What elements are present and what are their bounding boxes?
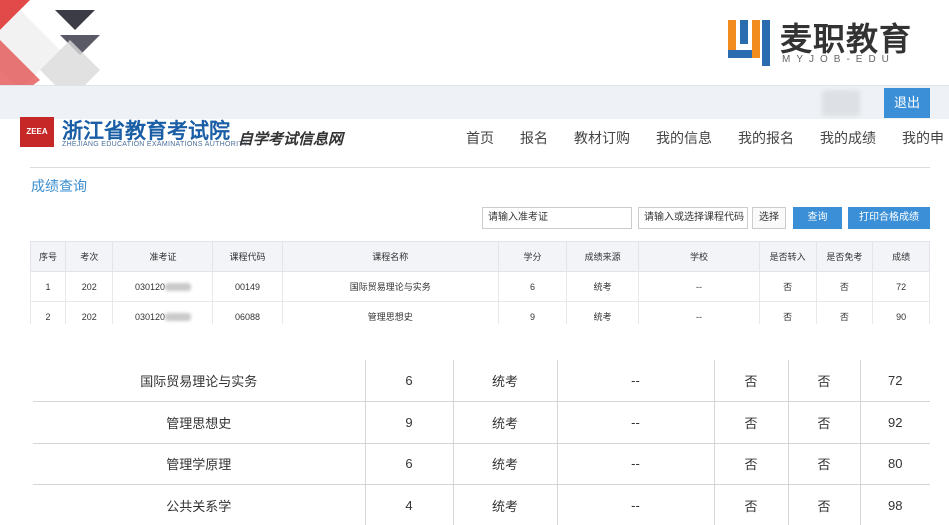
credit-cell: 6 [365, 360, 454, 402]
nav-item-register[interactable]: 报名 [520, 128, 548, 148]
column-header: 学分 [498, 241, 568, 272]
nav-item-home[interactable]: 首页 [466, 128, 494, 148]
top-bar: 退出 [0, 85, 949, 119]
course-name-cell: 管理学原理 [33, 443, 366, 485]
credit-cell: 9 [365, 401, 454, 444]
blurred-digits [164, 313, 191, 322]
school-cell: -- [557, 484, 715, 525]
table-row: 管理思想史 9 统考 -- 否 否 92 [33, 401, 930, 444]
transfer-cell: 否 [714, 484, 789, 525]
table-row: 1 202 030120 00149 国际贸易理论与实务 6 统考 -- 否 否… [30, 271, 930, 302]
site-title-english: ZHEJIANG EDUCATION EXAMINATIONS AUTHORIT… [62, 141, 248, 148]
transfer-cell: 否 [714, 360, 789, 402]
query-button[interactable]: 查询 [793, 207, 842, 229]
nav-item-my-application[interactable]: 我的申 [902, 128, 944, 148]
credit-cell: 4 [365, 484, 454, 525]
nav-item-my-registration[interactable]: 我的报名 [738, 128, 794, 148]
table-cell: 202 [65, 301, 114, 324]
score-source-cell: 统考 [453, 443, 558, 485]
table-cell: 国际贸易理论与实务 [281, 271, 500, 302]
table-cell: 72 [872, 271, 930, 302]
score-cell: 80 [860, 443, 930, 485]
table-cell: 2 [30, 301, 67, 324]
table-cell: -- [638, 271, 760, 302]
column-header: 是否转入 [758, 241, 817, 272]
score-table: 序号 考次 准考证 课程代码 课程名称 学分 成绩来源 学校 是否转入 是否免考… [30, 241, 930, 324]
table-cell: 管理思想史 [281, 301, 500, 324]
nav-item-my-info[interactable]: 我的信息 [656, 128, 712, 148]
school-cell: -- [557, 360, 715, 402]
exempt-cell: 否 [788, 401, 861, 444]
table-header-row: 序号 考次 准考证 课程代码 课程名称 学分 成绩来源 学校 是否转入 是否免考… [30, 241, 930, 272]
exam-number-text: 030120 [134, 281, 165, 292]
table-cell: 1 [30, 271, 67, 302]
exempt-cell: 否 [788, 484, 861, 525]
column-header: 学校 [638, 241, 760, 272]
score-source-cell: 统考 [453, 401, 558, 444]
print-certificate-button[interactable]: 打印合格成绩 [848, 207, 930, 229]
brand-logo-icon [728, 20, 770, 66]
column-header: 课程代码 [212, 241, 283, 272]
table-cell: 202 [65, 271, 114, 302]
select-button[interactable]: 选择 [752, 207, 786, 229]
transfer-cell: 否 [714, 401, 789, 444]
school-cell: -- [557, 443, 715, 485]
blurred-user-name [822, 90, 860, 116]
course-code-input[interactable]: 请输入或选择课程代码 [638, 207, 748, 229]
table-cell: 统考 [566, 271, 640, 302]
credit-cell: 6 [365, 443, 454, 485]
table-cell: 否 [815, 301, 874, 324]
exam-number-text: 030120 [134, 311, 165, 322]
exam-number-input[interactable]: 请输入准考证 [482, 207, 632, 229]
header-divider [30, 167, 930, 168]
table-row: 公共关系学 4 统考 -- 否 否 98 [33, 484, 930, 525]
transfer-cell: 否 [714, 443, 789, 485]
score-cell: 98 [860, 484, 930, 525]
table-cell: 否 [758, 301, 817, 324]
table-cell: 9 [498, 301, 568, 324]
brand-block: 麦职教育 MYJOB-EDU [724, 12, 934, 68]
column-header: 序号 [30, 241, 67, 272]
table-row: 国际贸易理论与实务 6 统考 -- 否 否 72 [33, 360, 930, 402]
score-source-cell: 统考 [453, 484, 558, 525]
score-source-cell: 统考 [453, 360, 558, 402]
column-header: 是否免考 [815, 241, 874, 272]
score-cell: 92 [860, 401, 930, 444]
exempt-cell: 否 [788, 443, 861, 485]
table-row: 2 202 030120 06088 管理思想史 9 统考 -- 否 否 90 [30, 301, 930, 324]
main-nav: 首页 报名 教材订购 我的信息 我的报名 我的成绩 我的申 [466, 128, 949, 148]
column-header: 课程名称 [281, 241, 500, 272]
table-cell: 否 [815, 271, 874, 302]
course-name-cell: 国际贸易理论与实务 [33, 360, 366, 402]
table-cell: 030120 [112, 301, 214, 324]
nav-item-textbook-order[interactable]: 教材订购 [574, 128, 630, 148]
table-row: 管理学原理 6 统考 -- 否 否 80 [33, 443, 930, 485]
page-title: 成绩查询 [31, 178, 87, 194]
nav-item-my-scores[interactable]: 我的成绩 [820, 128, 876, 148]
table-cell: -- [638, 301, 760, 324]
score-table-zoomed: 国际贸易理论与实务 6 统考 -- 否 否 72 管理思想史 9 统考 -- 否… [33, 360, 930, 525]
table-cell: 06088 [212, 301, 283, 324]
table-cell: 统考 [566, 301, 640, 324]
column-header: 考次 [65, 241, 114, 272]
score-cell: 72 [860, 360, 930, 402]
column-header: 成绩来源 [566, 241, 640, 272]
logout-button[interactable]: 退出 [884, 88, 930, 118]
course-name-cell: 管理思想史 [33, 401, 366, 444]
school-cell: -- [557, 401, 715, 444]
table-cell: 90 [872, 301, 930, 324]
site-logo: ZEEA [20, 117, 54, 147]
column-header: 准考证 [112, 241, 214, 272]
table-cell: 否 [758, 271, 817, 302]
exempt-cell: 否 [788, 360, 861, 402]
column-header: 成绩 [872, 241, 930, 272]
table-cell: 00149 [212, 271, 283, 302]
blurred-digits [164, 283, 191, 292]
table-cell: 6 [498, 271, 568, 302]
table-cell: 030120 [112, 271, 214, 302]
course-name-cell: 公共关系学 [33, 484, 366, 525]
brand-subtitle: MYJOB-EDU [782, 54, 895, 65]
site-subtitle: 自学考试信息网 [238, 130, 344, 148]
